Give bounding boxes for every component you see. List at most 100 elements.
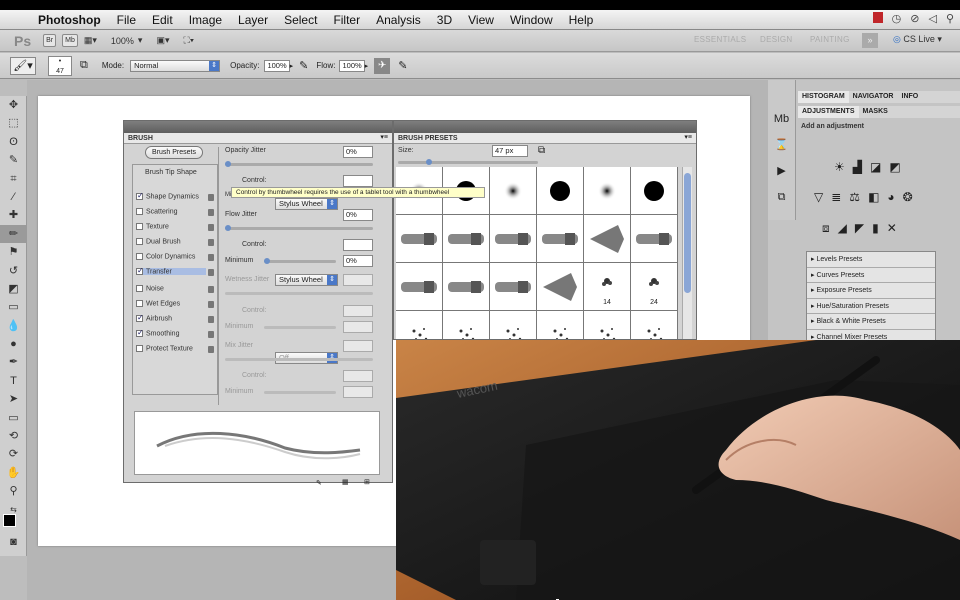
threshold-icon[interactable]: ◤ bbox=[855, 221, 864, 236]
tab-info[interactable]: INFO bbox=[898, 91, 923, 103]
minimum-field[interactable]: 0% bbox=[343, 255, 373, 267]
color-balance-icon[interactable]: ⚖ bbox=[849, 190, 860, 204]
dodge-tool-icon[interactable]: ● bbox=[0, 335, 27, 353]
brush-preset-cell[interactable] bbox=[396, 311, 443, 339]
brush-preset-cell[interactable] bbox=[537, 215, 584, 263]
brush-presets-tab[interactable]: BRUSH PRESETS bbox=[394, 133, 696, 144]
brush-preset-cell[interactable] bbox=[584, 215, 631, 263]
brush-preset-cell[interactable] bbox=[631, 215, 678, 263]
view-extras-icon[interactable]: ▦▾ bbox=[84, 35, 97, 46]
option-checkbox[interactable] bbox=[136, 223, 143, 230]
brush-option-noise[interactable]: Noise bbox=[136, 285, 214, 293]
blur-tool-icon[interactable]: 💧 bbox=[0, 317, 27, 335]
tablet-pressure-opacity-icon[interactable]: ✎ bbox=[299, 59, 308, 72]
menu-select[interactable]: Select bbox=[276, 13, 325, 27]
brush-option-shape-dynamics[interactable]: Shape Dynamics bbox=[136, 191, 214, 201]
flow-jitter-field[interactable]: 0% bbox=[343, 209, 373, 221]
lock-icon[interactable] bbox=[208, 286, 214, 293]
brush-preset-cell[interactable] bbox=[443, 263, 490, 311]
arrange-documents-icon[interactable]: ▣▾ bbox=[156, 35, 169, 46]
opacity-jitter-slider[interactable] bbox=[225, 161, 373, 167]
brush-preset-cell[interactable] bbox=[584, 311, 631, 339]
pen-tool-icon[interactable]: ✒ bbox=[0, 353, 27, 371]
brush-tip-shape-item[interactable]: Brush Tip Shape bbox=[145, 169, 197, 176]
brush-presets-button[interactable]: Brush Presets bbox=[145, 146, 203, 159]
brush-preset-cell[interactable] bbox=[631, 311, 678, 339]
brush-tool-icon[interactable]: 🖌▾ bbox=[10, 56, 36, 75]
menu-3d[interactable]: 3D bbox=[429, 13, 460, 27]
brush-preset-cell[interactable] bbox=[490, 311, 537, 339]
menu-view[interactable]: View bbox=[460, 13, 502, 27]
menu-app[interactable]: Photoshop bbox=[30, 13, 109, 27]
screen-mode-icon[interactable]: ⛶▾ bbox=[183, 35, 194, 46]
brush-option-color-dynamics[interactable]: Color Dynamics bbox=[136, 253, 214, 261]
flow-dropdown-icon[interactable]: ▸ bbox=[365, 62, 369, 70]
option-checkbox[interactable] bbox=[136, 328, 144, 337]
opacity-field[interactable]: 100% bbox=[264, 59, 290, 72]
brush-option-protect-texture[interactable]: Protect Texture bbox=[136, 345, 214, 353]
lock-icon[interactable] bbox=[208, 194, 214, 201]
volume-icon[interactable]: ◁ bbox=[928, 12, 936, 25]
bridge-button[interactable]: Br bbox=[43, 34, 57, 47]
posterize-icon[interactable]: ◢ bbox=[838, 221, 847, 236]
option-checkbox[interactable] bbox=[136, 313, 144, 322]
brush-preset-cell[interactable] bbox=[396, 263, 443, 311]
actions-icon[interactable]: ▶ bbox=[768, 158, 795, 184]
panel-menu-icon[interactable]: ▾≡ bbox=[380, 133, 388, 141]
brush-preset-cell[interactable] bbox=[396, 215, 443, 263]
shape-tool-icon[interactable]: ▭ bbox=[0, 409, 27, 427]
opacity-dropdown-icon[interactable]: ▸ bbox=[290, 62, 294, 70]
layers-icon[interactable]: ⧉ bbox=[768, 184, 795, 210]
tab-adjustments[interactable]: ADJUSTMENTS bbox=[798, 106, 859, 118]
presets-titlebar[interactable] bbox=[394, 121, 696, 133]
lock-icon[interactable] bbox=[208, 254, 214, 261]
cs-live-button[interactable]: ◎ CS Live ▾ bbox=[893, 34, 942, 45]
adjustment-preset-item[interactable]: ▸ Black & White Presets bbox=[807, 314, 935, 330]
foreground-color-swatch[interactable] bbox=[3, 514, 16, 527]
history-brush-tool-icon[interactable]: ↺ bbox=[0, 262, 27, 280]
more-workspaces-icon[interactable]: » bbox=[862, 33, 878, 48]
menu-window[interactable]: Window bbox=[502, 13, 561, 27]
lock-icon[interactable] bbox=[208, 316, 214, 323]
reset-size-icon[interactable]: ⧉ bbox=[538, 145, 545, 156]
3d-orbit-tool-icon[interactable]: ⟳ bbox=[0, 445, 27, 463]
lasso-tool-icon[interactable]: ʘ bbox=[0, 133, 27, 151]
menu-filter[interactable]: Filter bbox=[325, 13, 368, 27]
brightness-icon[interactable]: ☀ bbox=[834, 160, 845, 174]
history-icon[interactable]: ⌛ bbox=[768, 132, 795, 158]
mini-bridge-button[interactable]: Mb bbox=[62, 34, 78, 47]
eraser-tool-icon[interactable]: ◩ bbox=[0, 280, 27, 298]
brush-option-wet-edges[interactable]: Wet Edges bbox=[136, 300, 214, 308]
flow-field[interactable]: 100% bbox=[339, 59, 365, 72]
menu-layer[interactable]: Layer bbox=[230, 13, 276, 27]
levels-icon[interactable]: ▟ bbox=[853, 160, 862, 174]
brush-preset-cell[interactable] bbox=[443, 311, 490, 339]
selective-color-icon[interactable]: ✕ bbox=[887, 221, 897, 236]
menu-edit[interactable]: Edit bbox=[144, 13, 181, 27]
option-checkbox[interactable] bbox=[136, 345, 143, 352]
brush-preset-cell[interactable] bbox=[490, 167, 537, 215]
brush-preset-cell[interactable] bbox=[537, 263, 584, 311]
option-checkbox[interactable] bbox=[136, 266, 144, 275]
crop-tool-icon[interactable]: ⌗ bbox=[0, 170, 27, 188]
curves-icon[interactable]: ◪ bbox=[870, 160, 881, 174]
adjustment-preset-item[interactable]: ▸ Curves Presets bbox=[807, 267, 935, 284]
brush-preset-cell[interactable]: 14 bbox=[584, 263, 631, 311]
quick-mask-icon[interactable]: ◙ bbox=[0, 533, 27, 551]
menu-file[interactable]: File bbox=[109, 13, 144, 27]
toggle-brush-panel-icon[interactable]: ⧉ bbox=[80, 59, 88, 72]
time-machine-icon[interactable]: ◷ bbox=[892, 12, 902, 25]
brush-preset-cell[interactable] bbox=[537, 167, 584, 215]
option-checkbox[interactable] bbox=[136, 238, 143, 245]
brush-option-airbrush[interactable]: Airbrush bbox=[136, 313, 214, 323]
tab-masks[interactable]: MASKS bbox=[859, 106, 892, 118]
menu-analysis[interactable]: Analysis bbox=[368, 13, 429, 27]
eyedropper-tool-icon[interactable]: ⁄ bbox=[0, 188, 27, 206]
flow-jitter-slider[interactable] bbox=[225, 225, 373, 231]
hue-icon[interactable]: ≣ bbox=[831, 190, 841, 204]
zoom-level[interactable]: 100% bbox=[111, 36, 134, 46]
brush-option-smoothing[interactable]: Smoothing bbox=[136, 328, 214, 338]
brush-preset-cell[interactable] bbox=[490, 263, 537, 311]
option-checkbox[interactable] bbox=[136, 208, 143, 215]
option-checkbox[interactable] bbox=[136, 300, 143, 307]
